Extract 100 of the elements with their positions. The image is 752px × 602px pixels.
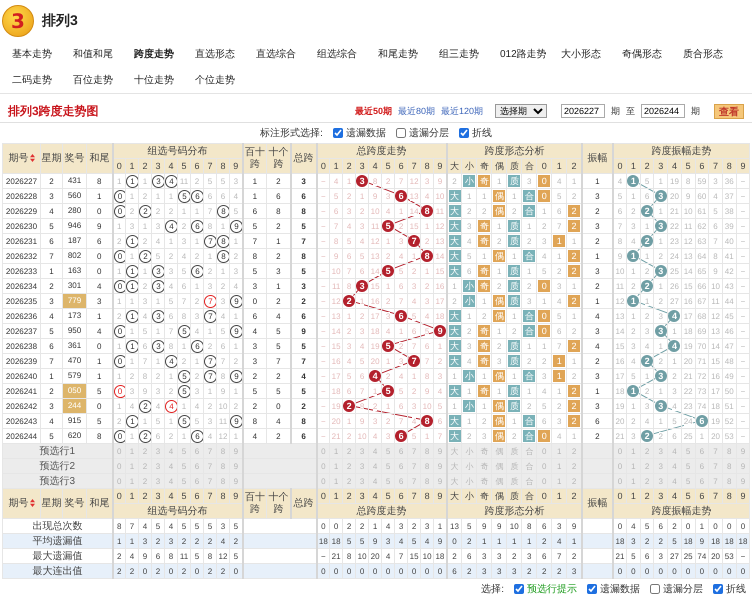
table-cell: 3 [242,338,267,354]
table-cell: 5 [40,324,62,338]
nav-link[interactable]: 二码走势 [12,75,52,93]
miss-count: 2 [386,416,390,426]
range-link[interactable]: 最近120期 [440,104,483,118]
number-circle: 5 [178,370,190,382]
nav-link[interactable]: 直选形态 [195,49,235,67]
sort-icon[interactable] [30,499,34,508]
period-select[interactable]: 选择期 [495,104,547,118]
draw-number: 173 [66,310,82,322]
miss-count: 1 [467,312,472,320]
miss-count: 1 [557,386,562,396]
start-period-field[interactable]: 2026227 [561,104,605,118]
options-label: 选择: [481,582,504,596]
table-cell: 3 [242,278,267,294]
nav-link[interactable]: 012路走势 [500,49,547,67]
view-button[interactable]: 查看 [714,104,744,118]
nav-link[interactable]: 和值和尾 [73,49,113,67]
miss-count: 2 [512,326,516,336]
shape-badge: 大 [448,310,460,322]
miss-count: 3 [412,282,416,290]
miss-count: 1 [658,206,663,216]
miss-count: 21 [332,432,341,440]
number-circle: 7 [204,370,216,382]
checkbox[interactable] [650,584,660,594]
nav-link[interactable]: 十位走势 [134,75,174,93]
shape-badge: 小 [463,294,476,306]
miss-count: 3 [631,432,636,440]
miss-count: 13 [616,312,624,320]
sort-icon[interactable] [30,154,34,162]
end-period-field[interactable]: 2026244 [641,104,685,118]
column-header[interactable]: 期号 [2,144,40,174]
miss-count: 1 [512,312,516,320]
nav-link[interactable]: 跨度走势 [134,49,174,67]
checkbox[interactable] [587,584,597,594]
checkbox[interactable] [514,584,524,594]
column-header: 跨度形态分析 [446,144,582,158]
miss-count: 2 [372,402,378,410]
miss-count: 3 [234,176,238,186]
checkbox[interactable] [458,128,469,138]
miss-count: 2 [452,296,457,306]
miss-count: 73 [697,386,706,396]
nav-link[interactable]: 奇偶形态 [622,49,662,67]
miss-count: 3 [182,236,186,246]
miss-count: 1 [438,342,442,350]
miss-count: 2 [572,192,576,200]
miss-count: 1 [117,266,122,276]
nav-link[interactable]: 百位走势 [73,75,113,93]
shape-badge: 奇 [478,324,490,336]
nav-link[interactable]: 质合形态 [683,49,723,67]
miss-count: 3 [398,356,404,366]
miss-count: 2 [527,236,532,246]
miss-count: 1 [644,296,650,306]
shape-badge: 2 [568,294,580,306]
shape-badge: 大 [448,354,460,366]
miss-count: 2 [130,372,134,380]
miss-count: 2 [234,252,238,260]
number-circle: 6 [192,340,202,352]
table-cell: 2 [40,278,62,294]
number-ball: 6 [396,190,407,202]
shape-badge: 偶 [493,430,506,442]
miss-count: 6 [208,192,212,200]
table-cell: 5 [290,384,317,398]
miss-count: 11 [370,222,380,230]
miss-count: 18 [435,312,444,320]
miss-count: 6 [156,432,160,440]
checkbox[interactable] [332,128,343,138]
nav-link[interactable]: 和尾走势 [378,49,418,67]
miss-count: 5 [557,192,562,200]
shape-badge: 1 [553,354,566,366]
nav-link[interactable]: 个位走势 [195,75,235,93]
miss-count: 2 [658,252,663,260]
range-link[interactable]: 最近80期 [398,104,435,118]
nav-link[interactable]: 大小形态 [561,49,601,67]
miss-count: 2 [386,372,390,380]
nav-link[interactable]: 基本走势 [12,49,52,67]
nav-link[interactable]: 组三走势 [439,49,479,67]
miss-count: 4 [424,192,430,200]
column-header[interactable]: 期号 [2,488,40,518]
miss-count: 25 [670,266,679,276]
checkbox[interactable] [396,128,406,138]
miss-count: 19 [711,416,720,426]
table-cell: 3 [582,398,613,414]
period-cell: 2026233 [2,264,40,278]
table-cell: 7 [40,248,62,264]
table-cell: 2 [242,398,267,414]
miss-count: 4 [220,312,226,320]
miss-count: 2 [386,176,390,186]
miss-count: 14 [435,252,444,260]
column-header: 0 [612,488,627,504]
miss-count: 7 [398,176,404,186]
table-cell: 7 [242,234,267,248]
nav-link[interactable]: 直选综合 [256,49,296,67]
miss-count: 1 [194,282,200,290]
miss-count: 1 [572,282,576,290]
checkbox[interactable] [713,584,723,594]
shape-badge: 1 [553,370,566,382]
range-link[interactable]: 最近50期 [354,104,392,118]
nav-link[interactable]: 组选综合 [317,49,357,67]
column-header: 总跨度走势 [316,144,447,158]
